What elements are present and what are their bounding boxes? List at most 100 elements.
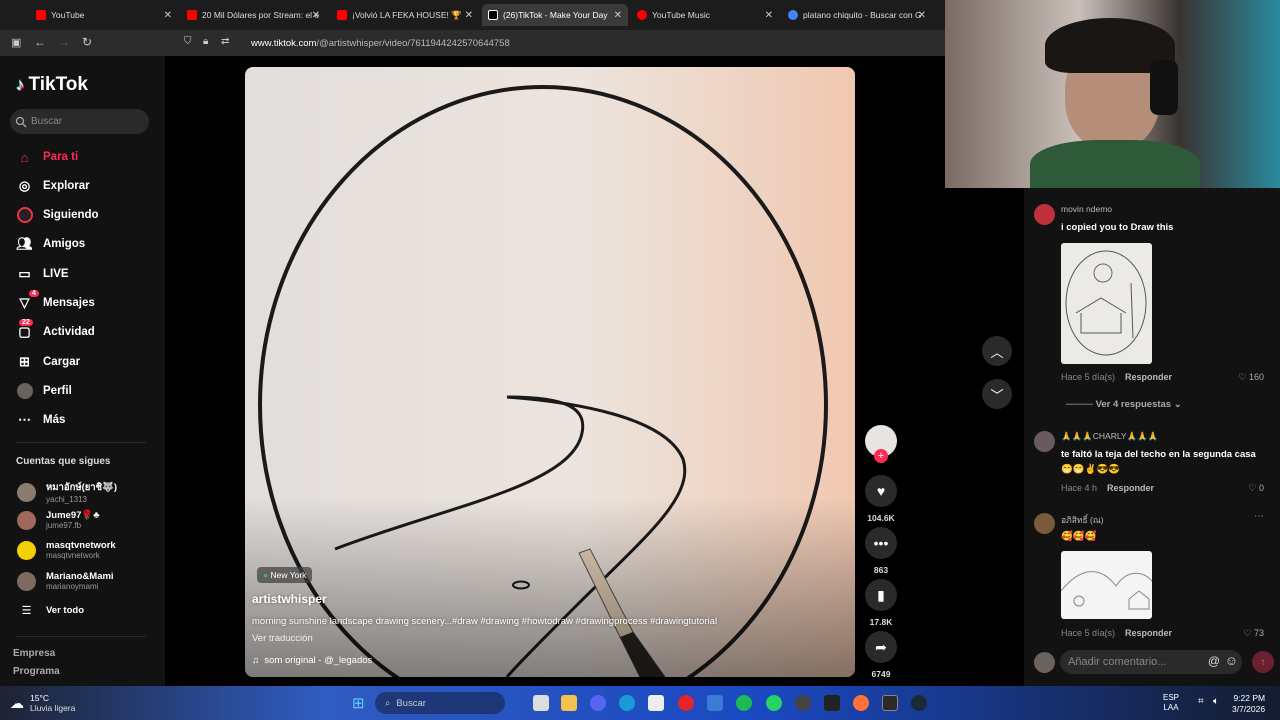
task-view-icon[interactable] bbox=[533, 695, 549, 711]
reply-button[interactable]: Responder bbox=[1107, 483, 1154, 493]
clock[interactable]: 9:22 PM 3/7/2026 bbox=[1232, 693, 1265, 715]
emoji-icon[interactable]: ☺ bbox=[1225, 653, 1238, 668]
obs-icon[interactable] bbox=[795, 695, 811, 711]
store-icon[interactable] bbox=[648, 695, 664, 711]
region-code: LAA bbox=[1163, 703, 1179, 712]
close-icon[interactable]: ✕ bbox=[164, 10, 172, 21]
footer-link-programa[interactable]: Programa bbox=[13, 666, 60, 677]
volume-icon[interactable]: 🔈︎ bbox=[1213, 696, 1219, 707]
share-button[interactable]: ➦ 6749 bbox=[865, 631, 897, 679]
avatar[interactable] bbox=[1034, 513, 1055, 534]
heart-icon: ♥ bbox=[865, 475, 897, 507]
browser-tab[interactable]: ¡Volvió LA FEKA HOUSE! 🏆 ✕ bbox=[331, 4, 479, 26]
browser-tab[interactable]: YouTube ✕ bbox=[30, 4, 178, 26]
following-account[interactable]: masqtvnetwork masqtvnetwork bbox=[17, 540, 116, 560]
account-handle: masqtvnetwork bbox=[46, 551, 100, 560]
weather-widget[interactable]: ☁ 15°C Lluvia ligera bbox=[10, 693, 75, 713]
see-all-link[interactable]: ☰ Ver todo bbox=[17, 604, 84, 617]
video-player[interactable]: ● New York artistwhisper morning sunshin… bbox=[245, 67, 855, 677]
video-author[interactable]: artistwhisper bbox=[252, 592, 327, 606]
taskbar-search[interactable]: ⌕ Buscar bbox=[375, 692, 505, 714]
search-input[interactable]: Buscar bbox=[10, 109, 149, 134]
spotify-icon[interactable] bbox=[736, 695, 752, 711]
creator-avatar-button[interactable]: + bbox=[865, 425, 897, 463]
nav-siguiendo[interactable]: Siguiendo bbox=[16, 205, 99, 225]
file-explorer-icon[interactable] bbox=[561, 695, 577, 711]
close-icon[interactable]: ✕ bbox=[918, 10, 926, 21]
windows-start-icon[interactable]: ⊞ bbox=[352, 694, 365, 712]
heart-outline-icon: ♡ bbox=[1248, 483, 1257, 493]
tab-label: YouTube bbox=[51, 10, 85, 20]
steam-icon[interactable] bbox=[911, 695, 927, 711]
url-field[interactable]: www.tiktok.com/@artistwhisper/video/7611… bbox=[251, 38, 510, 49]
view-replies-button[interactable]: ──── Ver 4 respuestas ⌄ bbox=[1066, 399, 1182, 410]
post-comment-button[interactable]: ↑ bbox=[1252, 651, 1274, 673]
comment-like-button[interactable]: ♡ 160 bbox=[1238, 372, 1264, 383]
permissions-icon[interactable]: ⇄ bbox=[221, 36, 229, 47]
sound-link[interactable]: ♫ som original - @_legados bbox=[252, 655, 372, 666]
network-icon[interactable]: ⌗ bbox=[1198, 696, 1204, 707]
comment-username[interactable]: 🙏🙏🙏CHARLY🙏🙏🙏 bbox=[1061, 431, 1158, 442]
browser-tab[interactable]: platano chiquito - Buscar con G ✕ bbox=[782, 4, 932, 26]
forward-icon[interactable]: → bbox=[58, 35, 70, 49]
lock-icon[interactable]: 🔒︎ bbox=[203, 36, 208, 47]
browser-tab[interactable]: YouTube Music ✕ bbox=[631, 4, 779, 26]
previous-video-button[interactable]: ︿ bbox=[982, 336, 1012, 366]
tiktok-logo[interactable]: ♪ TikTok bbox=[16, 74, 88, 96]
next-video-button[interactable]: ﹀ bbox=[982, 379, 1012, 409]
mention-icon[interactable]: @ bbox=[1208, 654, 1220, 668]
nav-mas[interactable]: ⋯ Más bbox=[16, 410, 65, 430]
back-icon[interactable]: ← bbox=[34, 35, 46, 49]
more-options-icon[interactable]: ⋯ bbox=[1254, 511, 1264, 522]
reload-icon[interactable]: ↻ bbox=[82, 35, 92, 49]
comment-username[interactable]: movin ndemo bbox=[1061, 204, 1112, 214]
nav-cargar[interactable]: ⊞ Cargar bbox=[16, 352, 80, 372]
following-account[interactable]: Jume97🌹♣ jume97.fb bbox=[17, 510, 99, 530]
comment-like-button[interactable]: ♡ 0 bbox=[1248, 483, 1264, 494]
edge-icon[interactable] bbox=[619, 695, 635, 711]
footer-link-empresa[interactable]: Empresa bbox=[13, 648, 55, 659]
close-icon[interactable]: ✕ bbox=[465, 10, 473, 21]
avatar[interactable] bbox=[1034, 204, 1055, 225]
browser-tab-active[interactable]: (26)TikTok - Make Your Day ✕ bbox=[482, 4, 628, 26]
browser-tab[interactable]: 20 Mil Dólares por Stream: el e ✕ bbox=[181, 4, 326, 26]
comment-input[interactable]: Añadir comentario... @ ☺ bbox=[1060, 650, 1242, 674]
comment-image[interactable] bbox=[1061, 243, 1152, 364]
following-account[interactable]: Mariano&Mami marianoymami bbox=[17, 571, 114, 591]
reply-button[interactable]: Responder bbox=[1125, 628, 1172, 638]
comment-like-button[interactable]: ♡ 73 bbox=[1243, 628, 1264, 639]
nav-mensajes[interactable]: ▽ 4 Mensajes bbox=[16, 289, 95, 313]
close-icon[interactable]: ✕ bbox=[614, 10, 622, 21]
nav-amigos[interactable]: 👥︎ Amigos bbox=[16, 234, 85, 254]
nav-para-ti[interactable]: ⌂ Para ti bbox=[16, 147, 79, 167]
following-account[interactable]: หมาอักษ์(ยาชิ🐺) yachi_1313 bbox=[17, 480, 117, 504]
avatar[interactable] bbox=[1034, 431, 1055, 452]
comment-button[interactable]: ••• 863 bbox=[865, 527, 897, 575]
nav-perfil[interactable]: Perfil bbox=[16, 381, 72, 401]
like-button[interactable]: ♥ 104.6K bbox=[865, 475, 897, 523]
capcut-icon[interactable] bbox=[824, 695, 840, 711]
discord-icon[interactable] bbox=[590, 695, 606, 711]
nav-explorar[interactable]: ◎ Explorar bbox=[16, 176, 90, 196]
shield-icon[interactable]: ⛉ bbox=[184, 36, 192, 47]
nav-live[interactable]: ▭ LIVE bbox=[16, 264, 68, 284]
comment-image[interactable] bbox=[1061, 551, 1152, 619]
reply-button[interactable]: Responder bbox=[1125, 372, 1172, 382]
save-button[interactable]: ▮ 17.8K bbox=[865, 579, 897, 627]
youtube-icon bbox=[187, 10, 197, 20]
app-icon[interactable] bbox=[707, 695, 723, 711]
language-indicator[interactable]: ESP LAA bbox=[1163, 693, 1179, 713]
close-icon[interactable]: ✕ bbox=[312, 10, 320, 21]
epic-games-icon[interactable] bbox=[882, 695, 898, 711]
follow-plus-icon[interactable]: + bbox=[874, 449, 888, 463]
see-all-label: Ver todo bbox=[46, 605, 85, 616]
nav-actividad[interactable]: ▢ 22 Actividad bbox=[16, 318, 95, 342]
location-tag[interactable]: ● New York bbox=[257, 567, 313, 583]
tab-actions-icon[interactable]: ▣ bbox=[11, 36, 21, 49]
whatsapp-icon[interactable] bbox=[766, 695, 782, 711]
see-translation-link[interactable]: Ver traducción bbox=[252, 633, 313, 644]
firefox-icon[interactable] bbox=[853, 695, 869, 711]
comment-username[interactable]: อภิสิทธิ์ (ณ) bbox=[1061, 513, 1104, 527]
close-icon[interactable]: ✕ bbox=[765, 10, 773, 21]
opera-icon[interactable] bbox=[678, 695, 694, 711]
